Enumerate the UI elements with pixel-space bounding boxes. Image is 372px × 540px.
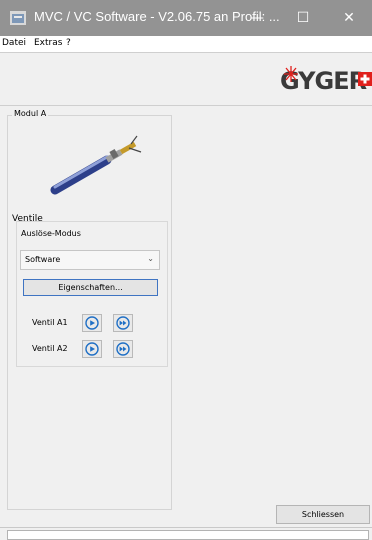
gyger-logo: GYGER	[280, 66, 372, 94]
menu-bar: Datei Extras ?	[0, 36, 372, 52]
valve-a2-play-button[interactable]	[82, 340, 102, 358]
properties-button[interactable]: Eigenschaften...	[23, 279, 158, 296]
valve-a2-label: Ventil A2	[32, 344, 68, 353]
menu-datei[interactable]: Datei	[2, 38, 26, 48]
trigger-mode-select[interactable]: Software ⌄	[20, 250, 160, 270]
menu-help[interactable]: ?	[66, 38, 71, 48]
content-area	[176, 105, 372, 525]
close-window-button[interactable]: ✕	[326, 0, 372, 36]
valve-image	[50, 135, 142, 195]
divider	[0, 527, 372, 528]
fast-forward-icon	[116, 342, 130, 356]
module-title: Modul A	[12, 109, 49, 118]
toolbar: GYGER	[0, 52, 372, 106]
valve-a1-label: Ventil A1	[32, 318, 68, 327]
play-icon	[85, 316, 99, 330]
title-bar[interactable]: MVC / VC Software - V2.06.75 an Profil: …	[0, 0, 372, 36]
app-icon	[10, 11, 26, 25]
trigger-mode-label: Auslöse-Modus	[21, 229, 81, 238]
valve-a2-continuous-button[interactable]	[113, 340, 133, 358]
minimize-button[interactable]: —	[234, 0, 280, 36]
valve-a1-play-button[interactable]	[82, 314, 102, 332]
fast-forward-icon	[116, 316, 130, 330]
play-icon	[85, 342, 99, 356]
menu-extras[interactable]: Extras	[34, 38, 62, 48]
valve-a1-continuous-button[interactable]	[113, 314, 133, 332]
maximize-button[interactable]: ☐	[280, 0, 326, 36]
close-button[interactable]: Schliessen	[276, 505, 370, 524]
trigger-mode-value: Software	[25, 255, 61, 264]
chevron-down-icon: ⌄	[147, 254, 154, 263]
status-panel	[7, 530, 369, 540]
